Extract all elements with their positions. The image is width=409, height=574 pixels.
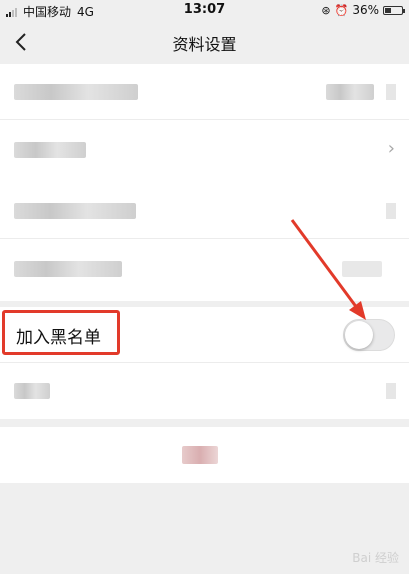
battery-percent: 36% (352, 3, 379, 17)
list-item[interactable] (0, 239, 409, 301)
chevron-right-icon: › (387, 138, 395, 159)
blurred-value (326, 84, 374, 100)
toggle-knob (345, 321, 373, 349)
blurred-text (14, 203, 136, 219)
blurred-mark (386, 84, 396, 100)
blurred-text (14, 84, 138, 100)
list-item[interactable] (0, 183, 409, 239)
blurred-text (14, 261, 122, 277)
blurred-mark (386, 383, 396, 399)
settings-group-2 (0, 183, 409, 301)
status-bar: 中国移动 4G 13:07 ⊛ ⏰ 36% (0, 0, 409, 20)
status-right: ⊛ ⏰ 36% (321, 3, 405, 17)
nav-bar: 资料设置 (0, 20, 409, 64)
list-item[interactable] (0, 363, 409, 419)
blurred-mark (386, 203, 396, 219)
battery-icon (383, 5, 405, 15)
blurred-text (14, 383, 50, 399)
blurred-text (14, 142, 86, 158)
battery-fill (385, 7, 391, 13)
blurred-value (342, 261, 382, 277)
page-title: 资料设置 (172, 35, 237, 54)
highlight-box (2, 310, 120, 355)
blurred-action-text (182, 446, 218, 464)
list-item[interactable]: › (0, 120, 409, 183)
alarm-icon: ⏰ (334, 3, 349, 17)
watermark: Bai 经验 (352, 551, 399, 565)
lock-rotation-icon: ⊛ (321, 3, 331, 17)
list-item[interactable] (0, 64, 409, 120)
settings-group-1: › (0, 64, 409, 183)
blacklist-toggle[interactable] (343, 319, 395, 351)
